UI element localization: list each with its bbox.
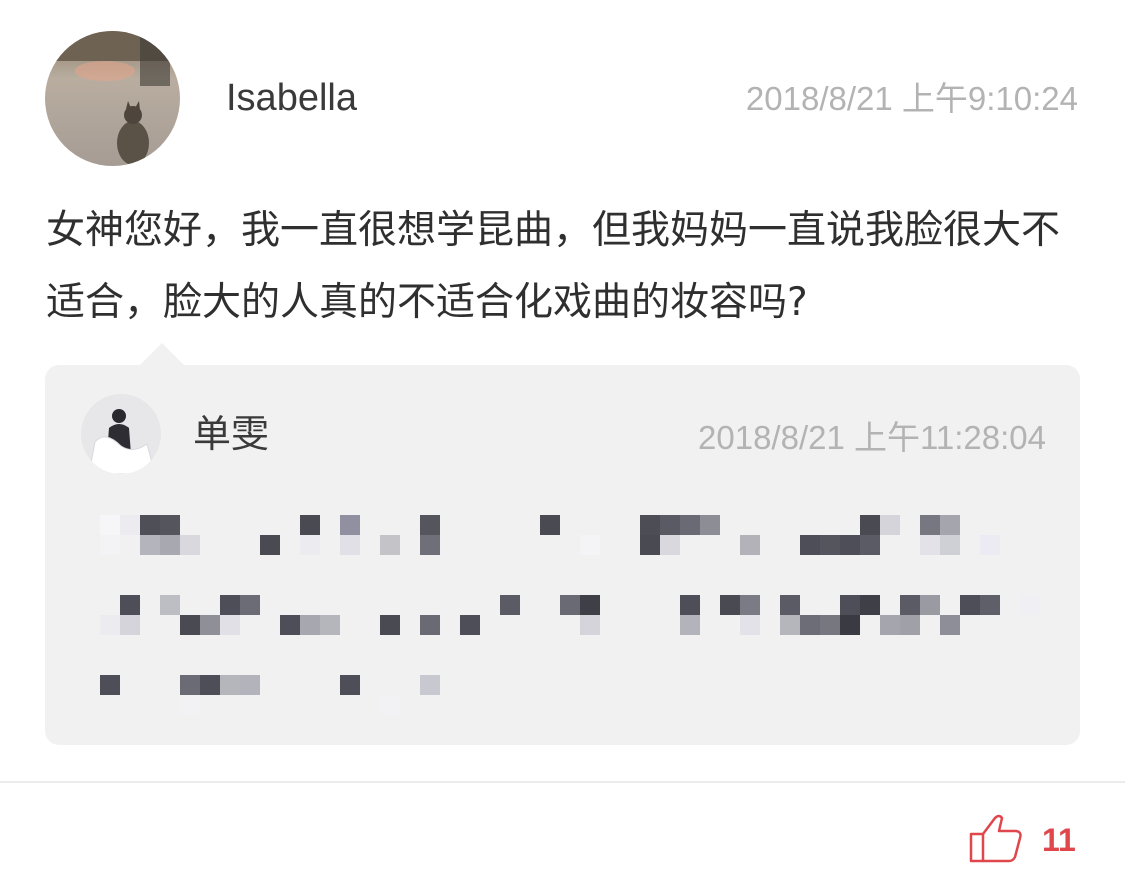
divider — [0, 781, 1125, 783]
reply-text-pixelated — [100, 515, 1040, 715]
cat-photo — [45, 31, 180, 166]
question-username[interactable]: Isabella — [226, 74, 357, 122]
portrait-photo — [81, 394, 161, 474]
mosaic-line — [100, 675, 1040, 715]
reply-card: 单雯 2018/8/21 上午11:28:04 — [45, 365, 1080, 745]
question-avatar[interactable] — [45, 31, 180, 166]
question-text: 女神您好，我一直很想学昆曲，但我妈妈一直说我脸很大不适合，脸大的人真的不适合化戏… — [46, 208, 1061, 325]
thumbs-up-icon[interactable] — [968, 812, 1024, 864]
reply-avatar[interactable] — [81, 394, 161, 474]
reply-timestamp: 2018/8/21 上午11:28:04 — [698, 419, 1046, 456]
reply-username[interactable]: 单雯 — [193, 411, 269, 457]
mosaic-line — [100, 595, 1040, 635]
question-timestamp: 2018/8/21 上午9:10:24 — [745, 80, 1078, 117]
reply-pointer — [140, 343, 184, 365]
mosaic-line — [100, 515, 1040, 555]
like-count: 11 — [1042, 822, 1076, 858]
